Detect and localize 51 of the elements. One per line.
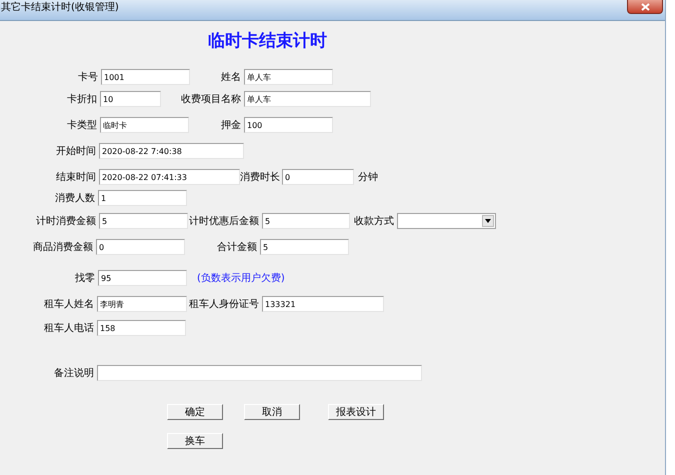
input-field[interactable]: 158 [97,320,186,336]
form-heading: 临时卡结束计时 [207,31,328,51]
input-field[interactable] [97,365,422,381]
input-field[interactable]: 单人车 [244,69,333,85]
input-field[interactable]: 2020-08-22 7:40:38 [99,143,244,159]
input-field[interactable]: 单人车 [244,91,371,107]
dropdown-field[interactable] [397,213,496,229]
field-label: 计时消费金额 [35,214,97,228]
input-field[interactable]: 0 [96,239,185,255]
input-field[interactable]: 5 [99,213,188,229]
field-label: 租车人电话 [43,322,95,335]
field-label: 押金 [220,119,242,132]
field-label: 计时优惠后金额 [188,214,260,228]
caret-icon [482,215,494,227]
field-label: 姓名 [220,71,242,84]
input-field[interactable]: 5 [260,239,349,255]
field-label: 卡类型 [66,118,98,132]
window-title: 其它卡结束计时(收银管理) [0,0,119,15]
field-label: 消费人数 [54,192,96,205]
close-icon [640,2,650,10]
field-label: 找零 [74,272,96,285]
input-field[interactable]: 10 [100,91,161,107]
dialog-button[interactable]: 确定 [167,404,223,420]
input-field[interactable]: 李明青 [97,296,187,312]
field-label: 消费时长 [240,170,281,184]
field-label: 收费项目名称 [180,92,242,106]
input-field[interactable]: 2020-08-22 07:41:33 [99,169,240,185]
field-label: 合计金额 [216,240,258,254]
field-label: 备注说明 [53,366,95,380]
field-label: 商品消费金额 [32,240,94,254]
field-label: 卡折扣 [66,92,98,106]
field-label: 收款方式 [353,214,395,228]
input-field[interactable]: 0 [282,169,354,185]
dialog-button[interactable]: 换车 [167,433,223,449]
input-field[interactable]: 临时卡 [100,117,189,133]
input-field[interactable]: 1001 [101,69,190,85]
input-field[interactable]: 95 [98,270,187,286]
dialog-button[interactable]: 取消 [244,404,300,420]
field-label: 租车人姓名 [43,298,95,311]
input-field[interactable]: 1 [98,190,187,206]
field-label: 卡号 [77,70,99,84]
field-label: 开始时间 [55,144,97,158]
close-button[interactable] [627,0,663,14]
dialog-button[interactable]: 报表设计 [328,404,384,420]
field-label: 租车人身份证号 [188,298,260,311]
field-label: 结束时间 [55,170,97,184]
input-field[interactable]: 100 [244,117,333,133]
hint-text: (负数表示用户欠费) [197,272,285,285]
unit-label: 分钟 [358,170,378,184]
input-field[interactable]: 5 [262,213,350,229]
input-field[interactable]: 133321 [262,296,384,312]
